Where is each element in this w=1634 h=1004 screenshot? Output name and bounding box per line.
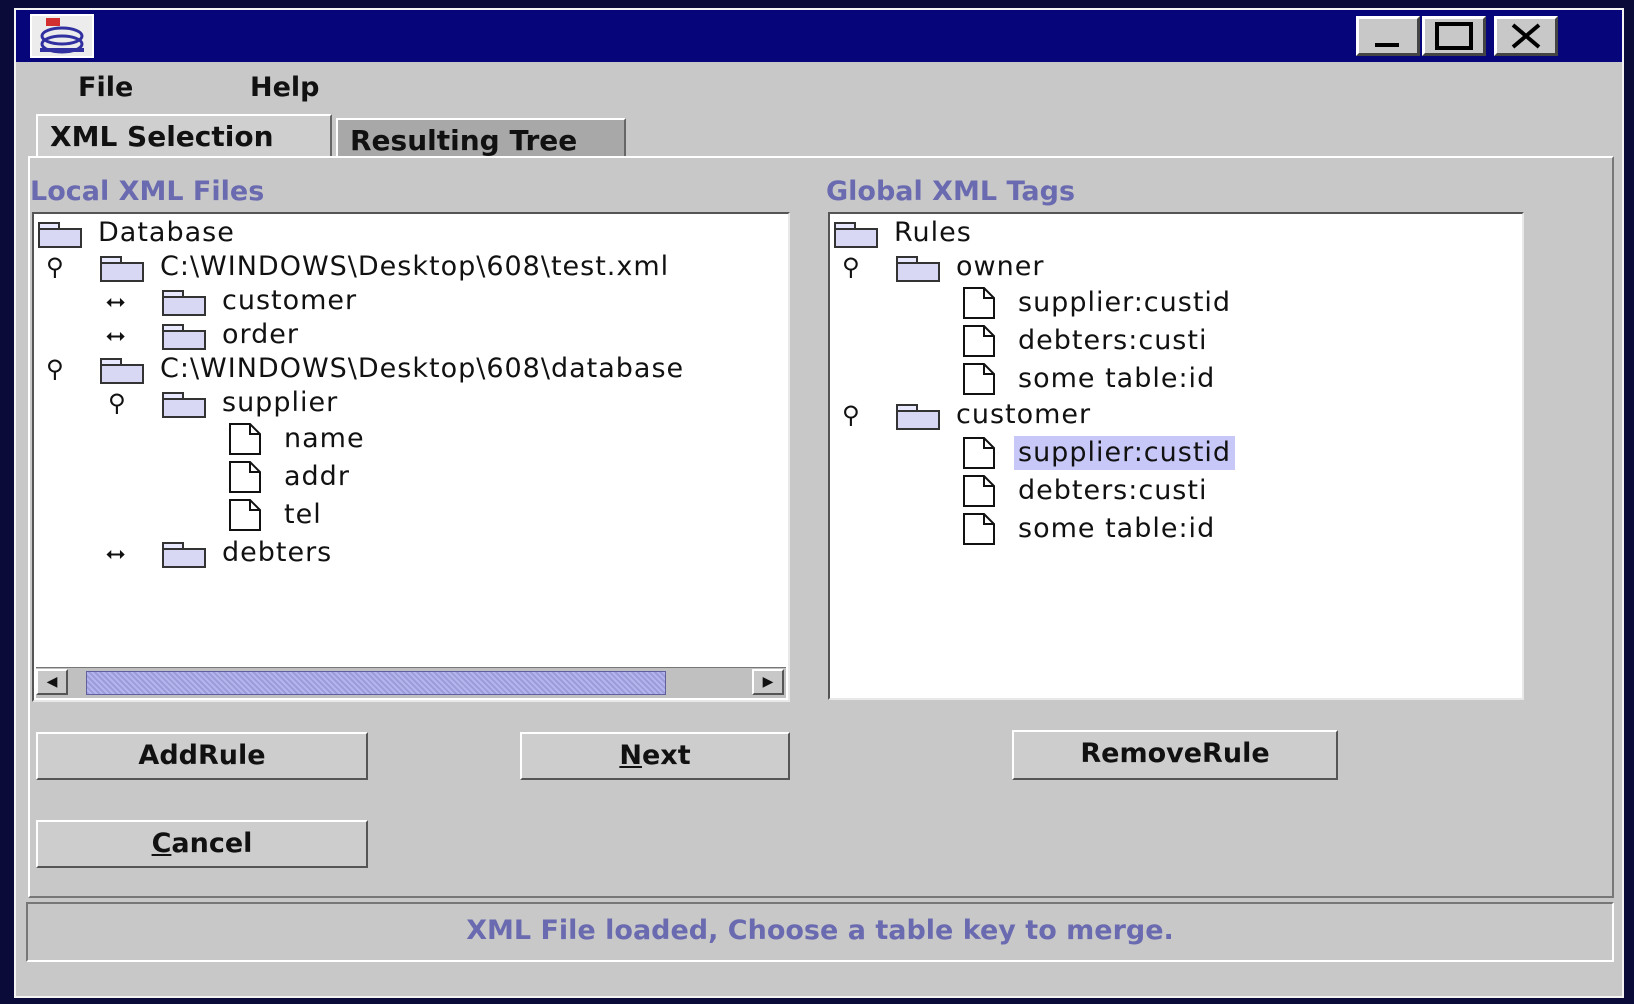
folder-icon: [38, 222, 82, 248]
collapsed-handle-icon[interactable]: ⭤: [106, 322, 125, 348]
folder-icon: [100, 256, 144, 282]
minimize-button[interactable]: [1356, 16, 1420, 56]
document-icon: [963, 513, 995, 545]
tree-leaf-customer-supplier-custid[interactable]: supplier:custid: [830, 436, 1510, 470]
folder-icon: [896, 256, 940, 282]
folder-icon: [162, 392, 206, 418]
document-icon: [963, 475, 995, 507]
document-icon: [963, 437, 995, 469]
tree-leaf-customer-debters-custi[interactable]: debters:custi: [830, 474, 1510, 508]
tree-leaf-customer-some-table-id[interactable]: some table:id: [830, 512, 1510, 546]
tab-strip: XML Selection Resulting Tree: [16, 110, 1622, 160]
tree-node-test-xml[interactable]: ⚲ C:\WINDOWS\Desktop\608\test.xml: [34, 250, 774, 284]
tree-node-order[interactable]: ⭤ order: [34, 318, 774, 352]
status-bar: XML File loaded, Choose a table key to m…: [26, 902, 1614, 962]
expanded-handle-icon[interactable]: ⚲: [842, 254, 860, 280]
tree-leaf-addr[interactable]: addr: [34, 460, 774, 494]
local-files-tree[interactable]: Database ⚲ C:\WINDOWS\Desktop\608\test.x…: [32, 212, 790, 702]
document-icon: [229, 423, 261, 455]
tree-node-database-xml[interactable]: ⚲ C:\WINDOWS\Desktop\608\database: [34, 352, 788, 386]
tree-leaf-owner-some-table-id[interactable]: some table:id: [830, 362, 1510, 396]
tree-node-customer[interactable]: ⭤ customer: [34, 284, 774, 318]
expanded-handle-icon[interactable]: ⚲: [46, 356, 64, 382]
collapsed-handle-icon[interactable]: ⭤: [106, 540, 125, 566]
maximize-button[interactable]: [1422, 16, 1486, 56]
tab-resulting-tree[interactable]: Resulting Tree: [336, 118, 626, 158]
close-button[interactable]: [1494, 16, 1558, 56]
global-tags-title: Global XML Tags: [826, 176, 1076, 207]
tree-node-database[interactable]: Database: [34, 216, 774, 250]
remove-rule-button[interactable]: RemoveRule: [1012, 730, 1338, 780]
next-mnemonic: N: [619, 740, 642, 771]
folder-icon: [162, 542, 206, 568]
close-icon: [1511, 23, 1541, 49]
folder-icon: [162, 324, 206, 350]
folder-icon: [896, 404, 940, 430]
tree-node-rules[interactable]: Rules: [830, 216, 1510, 250]
menu-bar: File Help: [16, 62, 1622, 110]
tree-node-supplier[interactable]: ⚲ supplier: [34, 386, 774, 420]
scrollbar-thumb[interactable]: [86, 671, 666, 695]
tree-leaf-tel[interactable]: tel: [34, 498, 774, 532]
expanded-handle-icon[interactable]: ⚲: [842, 402, 860, 428]
document-icon: [963, 287, 995, 319]
document-icon: [963, 363, 995, 395]
tree-node-customer-rule[interactable]: ⚲ customer: [830, 398, 1510, 432]
expanded-handle-icon[interactable]: ⚲: [108, 390, 126, 416]
folder-icon: [834, 222, 878, 248]
expanded-handle-icon[interactable]: ⚲: [46, 254, 64, 280]
next-label: ext: [641, 740, 691, 771]
cancel-label: ancel: [171, 828, 253, 859]
tree-node-debters[interactable]: ⭤ debters: [34, 536, 774, 570]
tree-leaf-name[interactable]: name: [34, 422, 774, 456]
menu-file[interactable]: File: [78, 72, 133, 103]
tab-panel-xml-selection: Local XML Files Global XML Tags Database…: [28, 156, 1614, 898]
horizontal-scrollbar[interactable]: ◀ ▶: [36, 667, 786, 698]
folder-icon: [100, 358, 144, 384]
global-tags-tree[interactable]: Rules ⚲ owner supplier:custid debters:cu…: [828, 212, 1524, 700]
minimize-icon: [1375, 43, 1399, 47]
title-bar[interactable]: [16, 10, 1622, 62]
next-button[interactable]: Next: [520, 732, 790, 780]
tree-leaf-owner-supplier-custid[interactable]: supplier:custid: [830, 286, 1510, 320]
local-files-title: Local XML Files: [30, 176, 265, 207]
folder-icon: [162, 290, 206, 316]
document-icon: [229, 499, 261, 531]
add-rule-button[interactable]: AddRule: [36, 732, 368, 780]
document-icon: [963, 325, 995, 357]
selected-node-label: supplier:custid: [1014, 436, 1236, 470]
scroll-left-icon[interactable]: ◀: [36, 669, 68, 695]
cancel-mnemonic: C: [151, 828, 172, 859]
scroll-right-icon[interactable]: ▶: [752, 669, 784, 695]
tree-node-owner[interactable]: ⚲ owner: [830, 250, 1510, 284]
application-window: File Help XML Selection Resulting Tree L…: [14, 8, 1624, 998]
cancel-button[interactable]: Cancel: [36, 820, 368, 868]
tree-leaf-owner-debters-custi[interactable]: debters:custi: [830, 324, 1510, 358]
collapsed-handle-icon[interactable]: ⭤: [106, 288, 125, 314]
document-icon: [229, 461, 261, 493]
menu-help[interactable]: Help: [250, 72, 320, 103]
tab-xml-selection[interactable]: XML Selection: [36, 114, 332, 158]
maximize-icon: [1435, 22, 1473, 50]
java-cup-icon[interactable]: [30, 14, 94, 58]
